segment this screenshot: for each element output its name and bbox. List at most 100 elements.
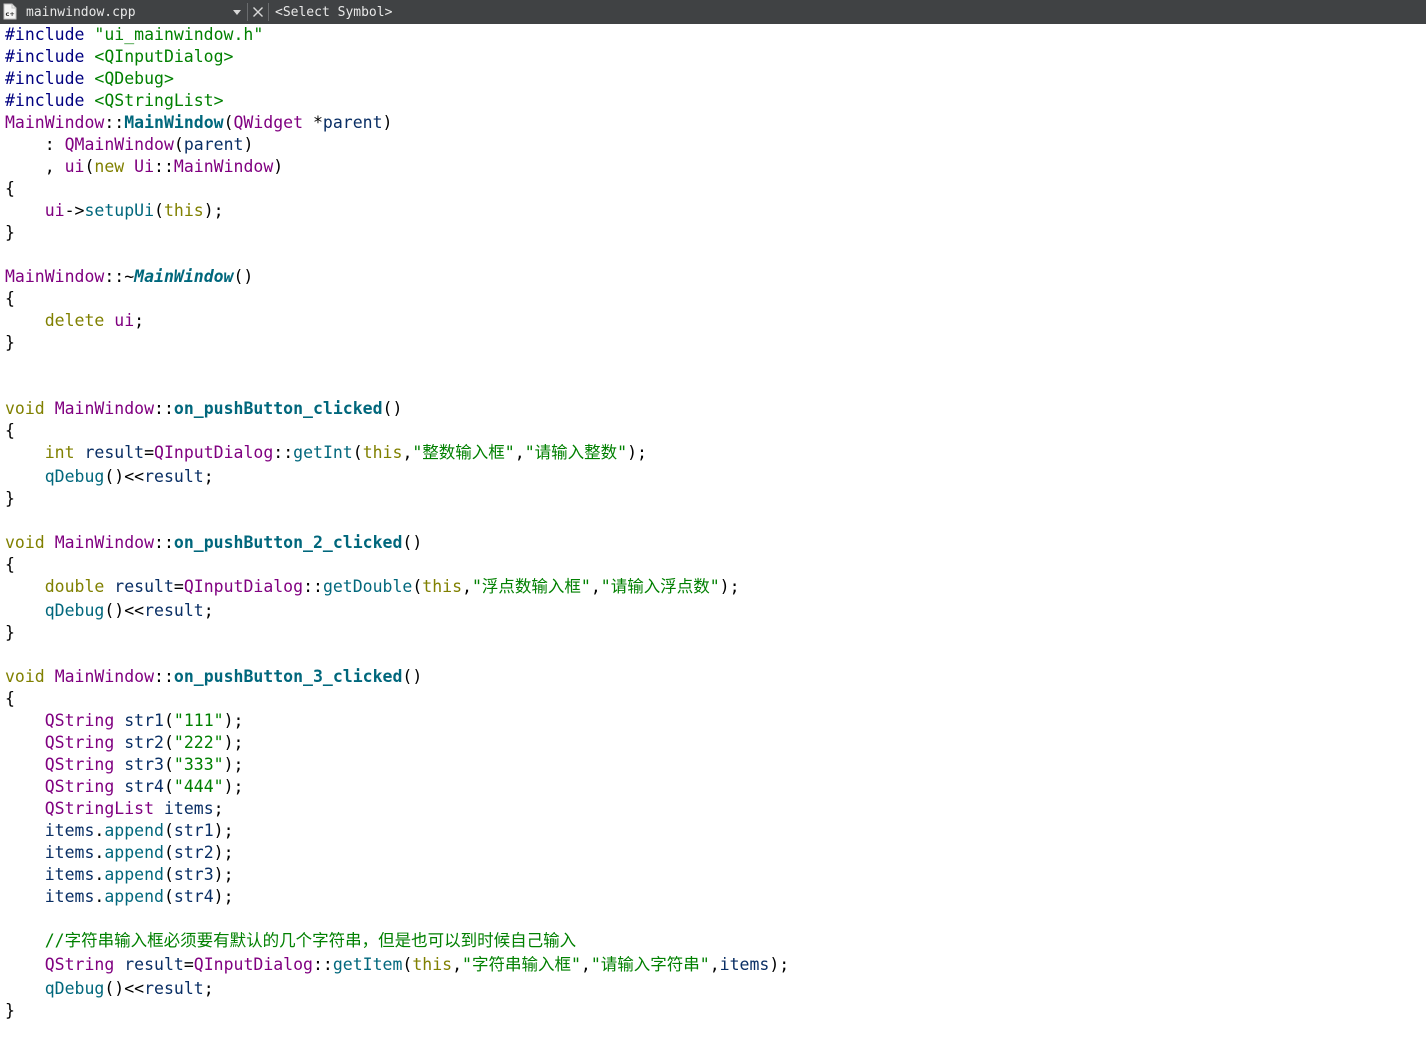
code-token: , <box>709 955 720 974</box>
code-token: ; <box>203 467 214 486</box>
code-token: "请输入整数" <box>524 443 628 462</box>
code-editor[interactable]: #include "ui_mainwindow.h" #include <QInp… <box>0 24 1426 1047</box>
code-token: "整数输入框" <box>412 443 515 462</box>
code-token: . <box>94 821 105 840</box>
code-token: ( <box>163 843 174 862</box>
code-line: : QMainWindow(parent) <box>5 134 254 156</box>
code-line: } <box>5 1000 15 1022</box>
code-token: } <box>5 333 15 352</box>
code-token: MainWindow <box>5 113 105 132</box>
cpp-file-icon: c+ <box>3 3 17 20</box>
code-token: = <box>173 577 184 596</box>
code-token: #include <box>5 47 95 66</box>
code-line: MainWindow::~MainWindow() <box>5 266 253 288</box>
code-line: qDebug()<<result; <box>5 466 214 488</box>
code-token: void <box>5 399 45 418</box>
chevron-down-icon[interactable] <box>230 4 244 20</box>
svg-text:c+: c+ <box>6 10 15 18</box>
code-token: QInputDialog <box>154 443 274 462</box>
code-token: "111" <box>173 711 224 730</box>
code-token: , <box>452 955 463 974</box>
code-token: #include <box>5 25 95 44</box>
code-token: () <box>402 667 423 686</box>
code-token: void <box>5 667 45 686</box>
code-token: ::~ <box>104 267 135 286</box>
code-token: str4 <box>124 777 164 796</box>
code-line: ui->setupUi(this); <box>5 200 224 222</box>
code-line: items.append(str4); <box>5 886 234 908</box>
code-token: ( <box>173 135 184 154</box>
code-token: result <box>114 577 174 596</box>
code-line: int result=QInputDialog::getInt(this,"整数… <box>5 442 647 464</box>
code-token: append <box>104 887 164 906</box>
code-token: <QInputDialog> <box>94 47 234 66</box>
code-token: result <box>144 601 204 620</box>
code-token: ); <box>769 955 790 974</box>
code-token: #include <box>5 91 95 110</box>
code-token: "ui_mainwindow.h" <box>94 25 264 44</box>
code-token: #include <box>5 69 95 88</box>
code-token: int <box>44 443 75 462</box>
code-line: } <box>5 488 15 510</box>
code-token: MainWindow <box>54 667 155 686</box>
code-token: QString <box>44 755 115 774</box>
code-token: ; <box>203 979 214 998</box>
code-token: MainWindow <box>54 533 155 552</box>
code-token: ( <box>223 113 234 132</box>
code-token: qDebug <box>44 601 105 620</box>
code-token: str3 <box>173 865 214 884</box>
code-token: ( <box>84 157 95 176</box>
code-token: items <box>44 821 95 840</box>
code-token: result <box>124 955 184 974</box>
code-line: #include <QDebug> <box>5 68 174 90</box>
code-line: delete ui; <box>5 310 144 332</box>
code-token: append <box>104 843 164 862</box>
code-token: ; <box>134 311 145 330</box>
code-line: #include <QInputDialog> <box>5 46 233 68</box>
code-token: qDebug <box>44 467 105 486</box>
code-token: ( <box>412 577 423 596</box>
code-token: . <box>94 887 105 906</box>
code-token: QString <box>44 955 115 974</box>
code-token: -> <box>64 201 85 220</box>
code-token: ); <box>223 711 244 730</box>
code-token: items <box>719 955 770 974</box>
code-token: str2 <box>173 843 214 862</box>
symbol-selector[interactable]: <Select Symbol> <box>275 4 392 21</box>
code-token: :: <box>154 157 174 176</box>
code-token: ()<< <box>104 467 145 486</box>
code-line: //字符串输入框必须要有默认的几个字符串，但是也可以到时候自己输入 <box>5 930 576 952</box>
code-token: "请输入浮点数" <box>600 577 720 596</box>
close-document-button[interactable] <box>251 3 265 21</box>
code-token: :: <box>303 577 323 596</box>
code-token: () <box>233 267 254 286</box>
file-name-label[interactable]: mainwindow.cpp <box>26 4 136 21</box>
code-token: parent <box>183 135 244 154</box>
code-token: str4 <box>173 887 214 906</box>
code-token: ); <box>223 777 244 796</box>
code-token: QWidget <box>233 113 304 132</box>
code-token: this <box>163 201 204 220</box>
code-token: , <box>5 157 65 176</box>
code-token: , <box>462 577 472 596</box>
code-token: void <box>5 533 45 552</box>
code-token: "请输入字符串" <box>590 955 710 974</box>
code-token: result <box>84 443 145 462</box>
editor-toolbar: c+ mainwindow.cpp <Select Symbol> <box>0 0 1426 24</box>
code-token: on_pushButton_3_clicked <box>173 667 403 686</box>
code-line: } <box>5 332 15 354</box>
code-token: ( <box>163 711 174 730</box>
code-token: ) <box>243 135 254 154</box>
code-token: parent <box>322 113 383 132</box>
